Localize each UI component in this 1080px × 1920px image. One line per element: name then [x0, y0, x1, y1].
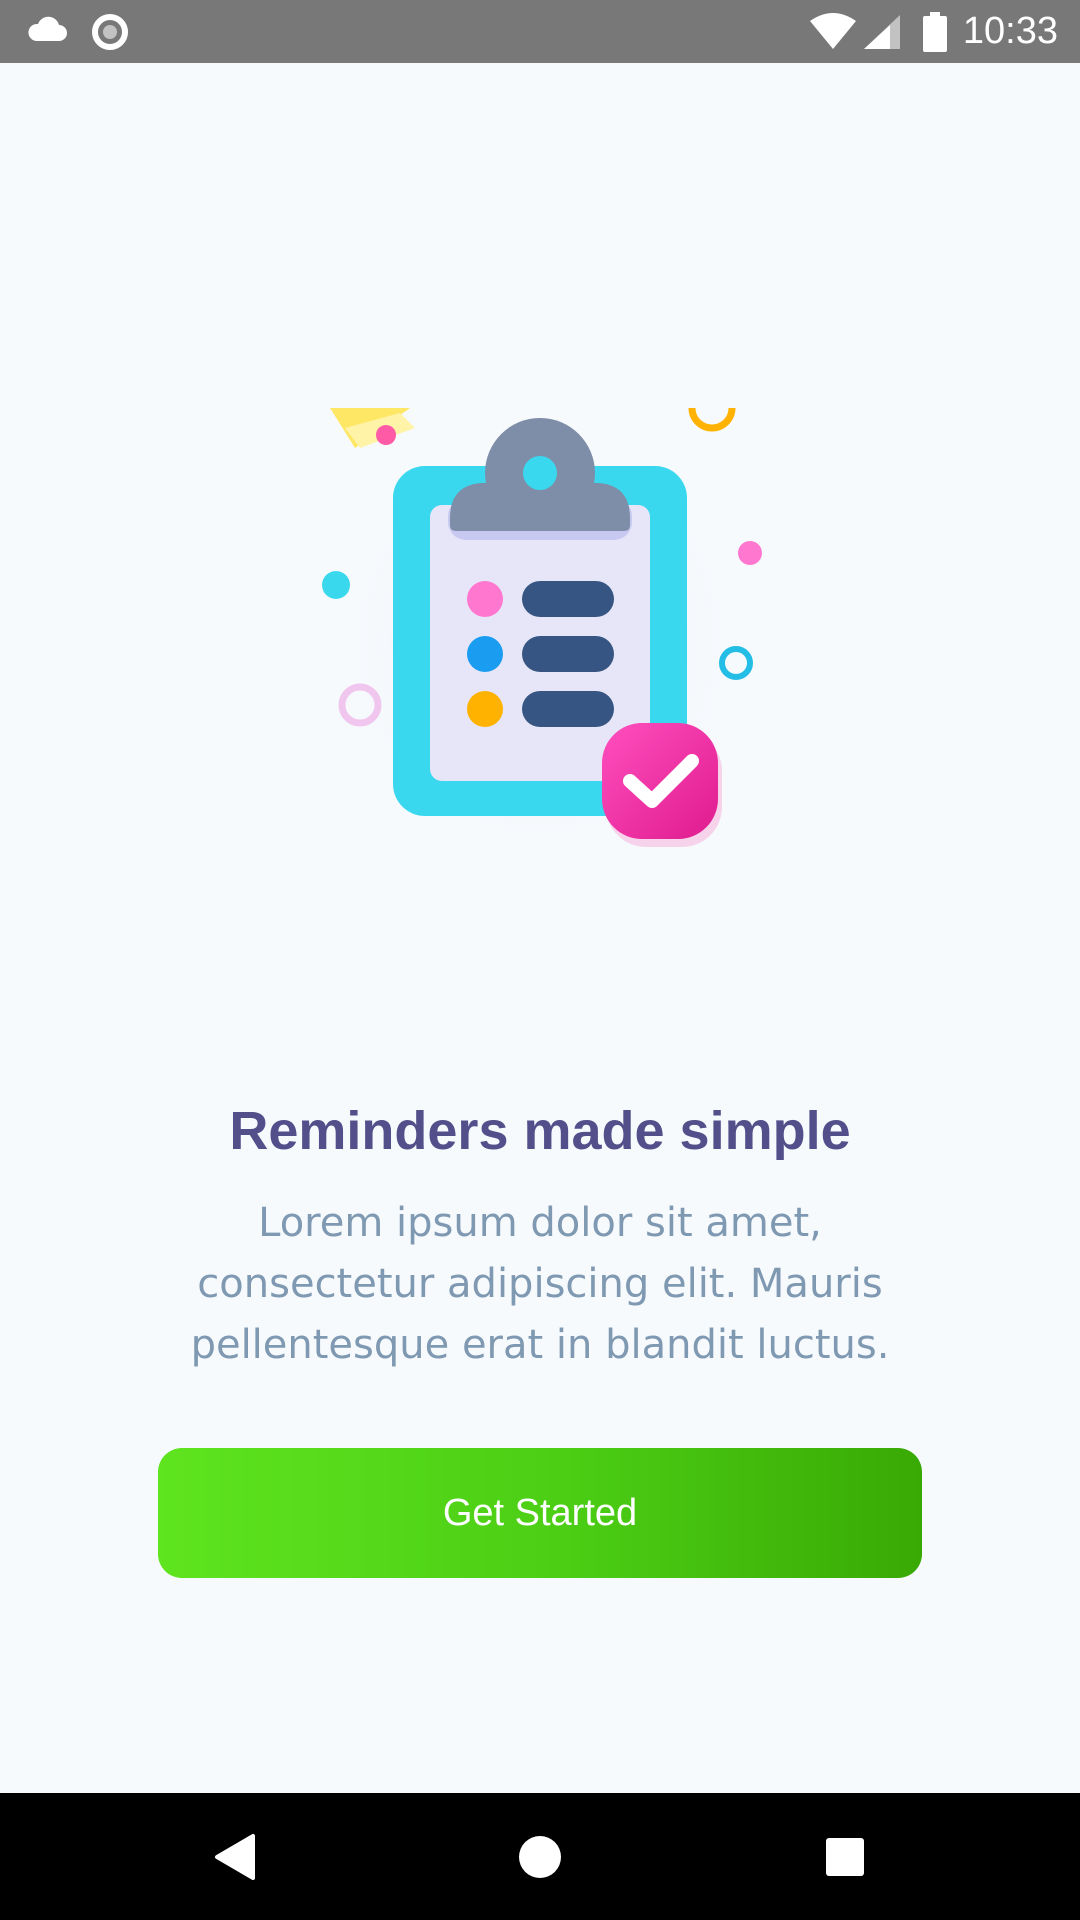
onboarding-screen: Reminders made simple Lorem ipsum dolor … [0, 63, 1080, 1793]
cloud-icon [26, 15, 68, 47]
home-button[interactable] [460, 1793, 620, 1920]
back-button[interactable] [155, 1793, 315, 1920]
onboarding-title: Reminders made simple [229, 1101, 851, 1161]
get-started-button[interactable]: Get Started [158, 1448, 922, 1578]
recents-button[interactable] [765, 1793, 925, 1920]
onboarding-description: Lorem ipsum dolor sit amet, consectetur … [190, 1200, 890, 1368]
home-icon [519, 1835, 561, 1878]
back-icon [215, 1833, 255, 1880]
record-icon [90, 12, 130, 56]
navigation-bar [0, 1793, 1080, 1920]
signal-icon [862, 13, 902, 55]
recents-icon [826, 1837, 864, 1876]
status-bar: 10:33 [0, 0, 1080, 63]
battery-icon [922, 12, 948, 56]
wifi-icon [808, 13, 858, 55]
status-time: 10:33 [962, 10, 1058, 52]
clipboard-checklist-illustration [300, 343, 780, 903]
